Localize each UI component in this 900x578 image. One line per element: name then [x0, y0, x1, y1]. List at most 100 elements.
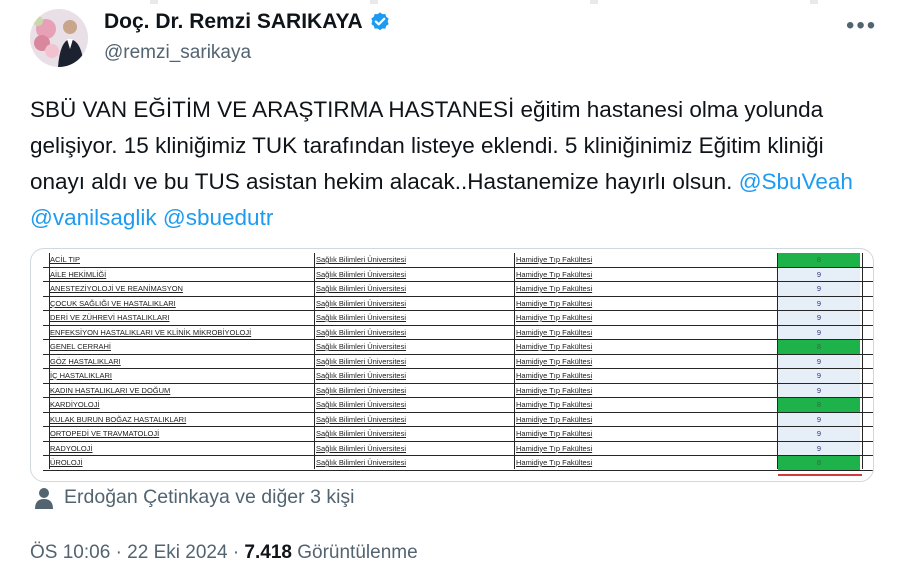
value-cell: 9 — [778, 267, 860, 281]
author-handle[interactable]: @remzi_sarikaya — [104, 42, 251, 64]
university-cell: Sağlık Bilimleri Üniversitesi — [316, 298, 407, 308]
person-icon — [35, 487, 53, 509]
clinic-name-cell: KARDİYOLOJİ — [50, 400, 100, 409]
faculty-cell: Hamidiye Tıp Fakültesi — [516, 414, 593, 424]
value-cell: 9 — [778, 383, 860, 397]
table-row: KADIN HASTALIKLARI VE DOĞUM Sağlık Biliml… — [43, 383, 873, 398]
value-cell: 9 — [778, 311, 860, 325]
university-cell: Sağlık Bilimleri Üniversitesi — [316, 443, 407, 453]
author-name-row[interactable]: Doç. Dr. Remzi SARIKAYA — [104, 10, 391, 34]
mention-link[interactable]: @sbuedutr — [163, 205, 273, 230]
university-cell: Sağlık Bilimleri Üniversitesi — [316, 414, 407, 424]
faculty-cell: Hamidiye Tıp Fakültesi — [516, 458, 593, 467]
faculty-cell: Hamidiye Tıp Fakültesi — [516, 342, 593, 351]
table-row: AİLE HEKİMLİĞİ Sağlık Bilimleri Üniversit… — [43, 267, 873, 282]
value-cell: 9 — [778, 354, 860, 368]
meta-separator: · — [232, 542, 240, 563]
table-row: GÖZ HASTALIKLARI Sağlık Bilimleri Ünivers… — [43, 354, 873, 369]
faculty-cell: Hamidiye Tıp Fakültesi — [516, 385, 593, 395]
faculty-cell: Hamidiye Tıp Fakültesi — [516, 356, 593, 366]
tweet-text: SBÜ VAN EĞİTİM VE ARAŞTIRMA HASTANESİ eğ… — [30, 92, 860, 236]
table-row: İÇ HASTALIKLARI Sağlık Bilimleri Üniversi… — [43, 369, 873, 384]
more-options-icon[interactable]: ••• — [846, 12, 877, 40]
clinic-name-cell: GENEL CERRAHİ — [50, 342, 111, 351]
clinic-name-cell: ACİL TIP — [50, 255, 81, 264]
clinic-name-cell: ENFEKSİYON HASTALIKLARI VE KLİNİK MİKROB… — [50, 327, 252, 337]
value-cell: 9 — [778, 369, 860, 383]
avatar-image — [30, 9, 88, 67]
avatar[interactable] — [30, 9, 88, 67]
previous-tweet-edge — [0, 0, 900, 4]
liked-by-text: Erdoğan Çetinkaya ve diğer 3 kişi — [64, 486, 355, 508]
value-cell: 9 — [778, 427, 860, 441]
university-cell: Sağlık Bilimleri Üniversitesi — [316, 385, 407, 395]
liked-by[interactable]: Erdoğan Çetinkaya ve diğer 3 kişi — [34, 486, 355, 509]
university-cell: Sağlık Bilimleri Üniversitesi — [316, 458, 407, 467]
tweet-meta: ÖS 10:06 · 22 Eki 2024 · 7.418 Görüntüle… — [30, 542, 418, 564]
faculty-cell: Hamidiye Tıp Fakültesi — [516, 298, 593, 308]
value-cell: 8 — [778, 456, 860, 470]
tweet-body: SBÜ VAN EĞİTİM VE ARAŞTIRMA HASTANESİ eğ… — [30, 97, 824, 194]
faculty-cell: Hamidiye Tıp Fakültesi — [516, 371, 593, 380]
faculty-cell: Hamidiye Tıp Fakültesi — [516, 327, 593, 337]
faculty-cell: Hamidiye Tıp Fakültesi — [516, 443, 593, 453]
views-count: 7.418 — [244, 542, 292, 563]
value-cell: 9 — [778, 296, 860, 310]
views-label: Görüntülenme — [297, 542, 418, 563]
table-row: RADYOLOJİ Sağlık Bilimleri Üniversitesi Ha… — [43, 441, 873, 456]
university-cell: Sağlık Bilimleri Üniversitesi — [316, 255, 407, 264]
university-cell: Sağlık Bilimleri Üniversitesi — [316, 284, 407, 293]
author-name[interactable]: Doç. Dr. Remzi SARIKAYA — [104, 10, 363, 34]
university-cell: Sağlık Bilimleri Üniversitesi — [316, 327, 407, 337]
university-cell: Sağlık Bilimleri Üniversitesi — [316, 269, 407, 279]
faculty-cell: Hamidiye Tıp Fakültesi — [516, 255, 593, 264]
university-cell: Sağlık Bilimleri Üniversitesi — [316, 313, 407, 322]
clinic-name-cell: GÖZ HASTALIKLARI — [50, 356, 121, 366]
table-row: DERİ VE ZÜHREVİ HASTALIKLARI Sağlık Bilim… — [43, 311, 873, 326]
table-row: ANESTEZİYOLOJİ VE REANİMASYON Sağlık Bili… — [43, 282, 873, 297]
table-row: KARDİYOLOJİ Sağlık Bilimleri Üniversitesi… — [43, 398, 873, 413]
value-cell: 9 — [778, 441, 860, 455]
table-row: ÜROLOJİ Sağlık Bilimleri Üniversitesi Hami… — [43, 456, 873, 471]
meta-separator: · — [115, 542, 122, 563]
faculty-cell: Hamidiye Tıp Fakültesi — [516, 400, 593, 409]
clinic-name-cell: ÜROLOJİ — [50, 458, 83, 467]
faculty-cell: Hamidiye Tıp Fakültesi — [516, 284, 593, 293]
clinic-table: ACİL TIP Sağlık Bilimleri Üniversitesi Ham… — [43, 253, 873, 471]
university-cell: Sağlık Bilimleri Üniversitesi — [316, 371, 407, 380]
table-row: ORTOPEDİ VE TRAVMATOLOJİ Sağlık Bilimleri… — [43, 427, 873, 442]
table-border-accent — [778, 474, 862, 476]
clinic-name-cell: İÇ HASTALIKLARI — [50, 371, 112, 380]
tweet-time[interactable]: ÖS 10:06 — [30, 542, 110, 563]
university-cell: Sağlık Bilimleri Üniversitesi — [316, 429, 407, 438]
table-row: GENEL CERRAHİ Sağlık Bilimleri Üniversite… — [43, 340, 873, 355]
clinic-name-cell: ANESTEZİYOLOJİ VE REANİMASYON — [50, 284, 183, 293]
clinic-name-cell: KULAK BURUN BOĞAZ HASTALIKLARI — [50, 414, 187, 424]
university-cell: Sağlık Bilimleri Üniversitesi — [316, 356, 407, 366]
table-row: KULAK BURUN BOĞAZ HASTALIKLARI Sağlık Bil… — [43, 412, 873, 427]
clinic-name-cell: DERİ VE ZÜHREVİ HASTALIKLARI — [50, 313, 170, 322]
tweet-date[interactable]: 22 Eki 2024 — [127, 542, 227, 563]
mention-link[interactable]: @vanilsaglik — [30, 205, 157, 230]
tweet-media-image[interactable]: ACİL TIP Sağlık Bilimleri Üniversitesi Ham… — [30, 248, 874, 482]
university-cell: Sağlık Bilimleri Üniversitesi — [316, 342, 407, 351]
university-cell: Sağlık Bilimleri Üniversitesi — [316, 400, 407, 409]
value-cell: 9 — [778, 282, 860, 296]
faculty-cell: Hamidiye Tıp Fakültesi — [516, 429, 593, 438]
table-row: ÇOCUK SAĞLIĞI VE HASTALIKLARI Sağlık Bili… — [43, 296, 873, 311]
clinic-name-cell: RADYOLOJİ — [50, 443, 93, 453]
clinic-name-cell: AİLE HEKİMLİĞİ — [50, 269, 107, 279]
clinic-name-cell: ÇOCUK SAĞLIĞI VE HASTALIKLARI — [50, 298, 176, 308]
value-cell: 9 — [778, 412, 860, 426]
value-cell: 9 — [778, 325, 860, 339]
verified-badge-icon — [371, 12, 389, 31]
value-cell: 8 — [778, 340, 860, 354]
mention-link[interactable]: @SbuVeah — [739, 169, 853, 194]
clinic-name-cell: ORTOPEDİ VE TRAVMATOLOJİ — [50, 429, 160, 438]
faculty-cell: Hamidiye Tıp Fakültesi — [516, 313, 593, 322]
table-row: ACİL TIP Sağlık Bilimleri Üniversitesi Ham… — [43, 253, 873, 268]
faculty-cell: Hamidiye Tıp Fakültesi — [516, 269, 593, 279]
value-cell: 8 — [778, 398, 860, 412]
value-cell: 8 — [778, 253, 860, 267]
table-row: ENFEKSİYON HASTALIKLARI VE KLİNİK MİKROB… — [43, 325, 873, 340]
